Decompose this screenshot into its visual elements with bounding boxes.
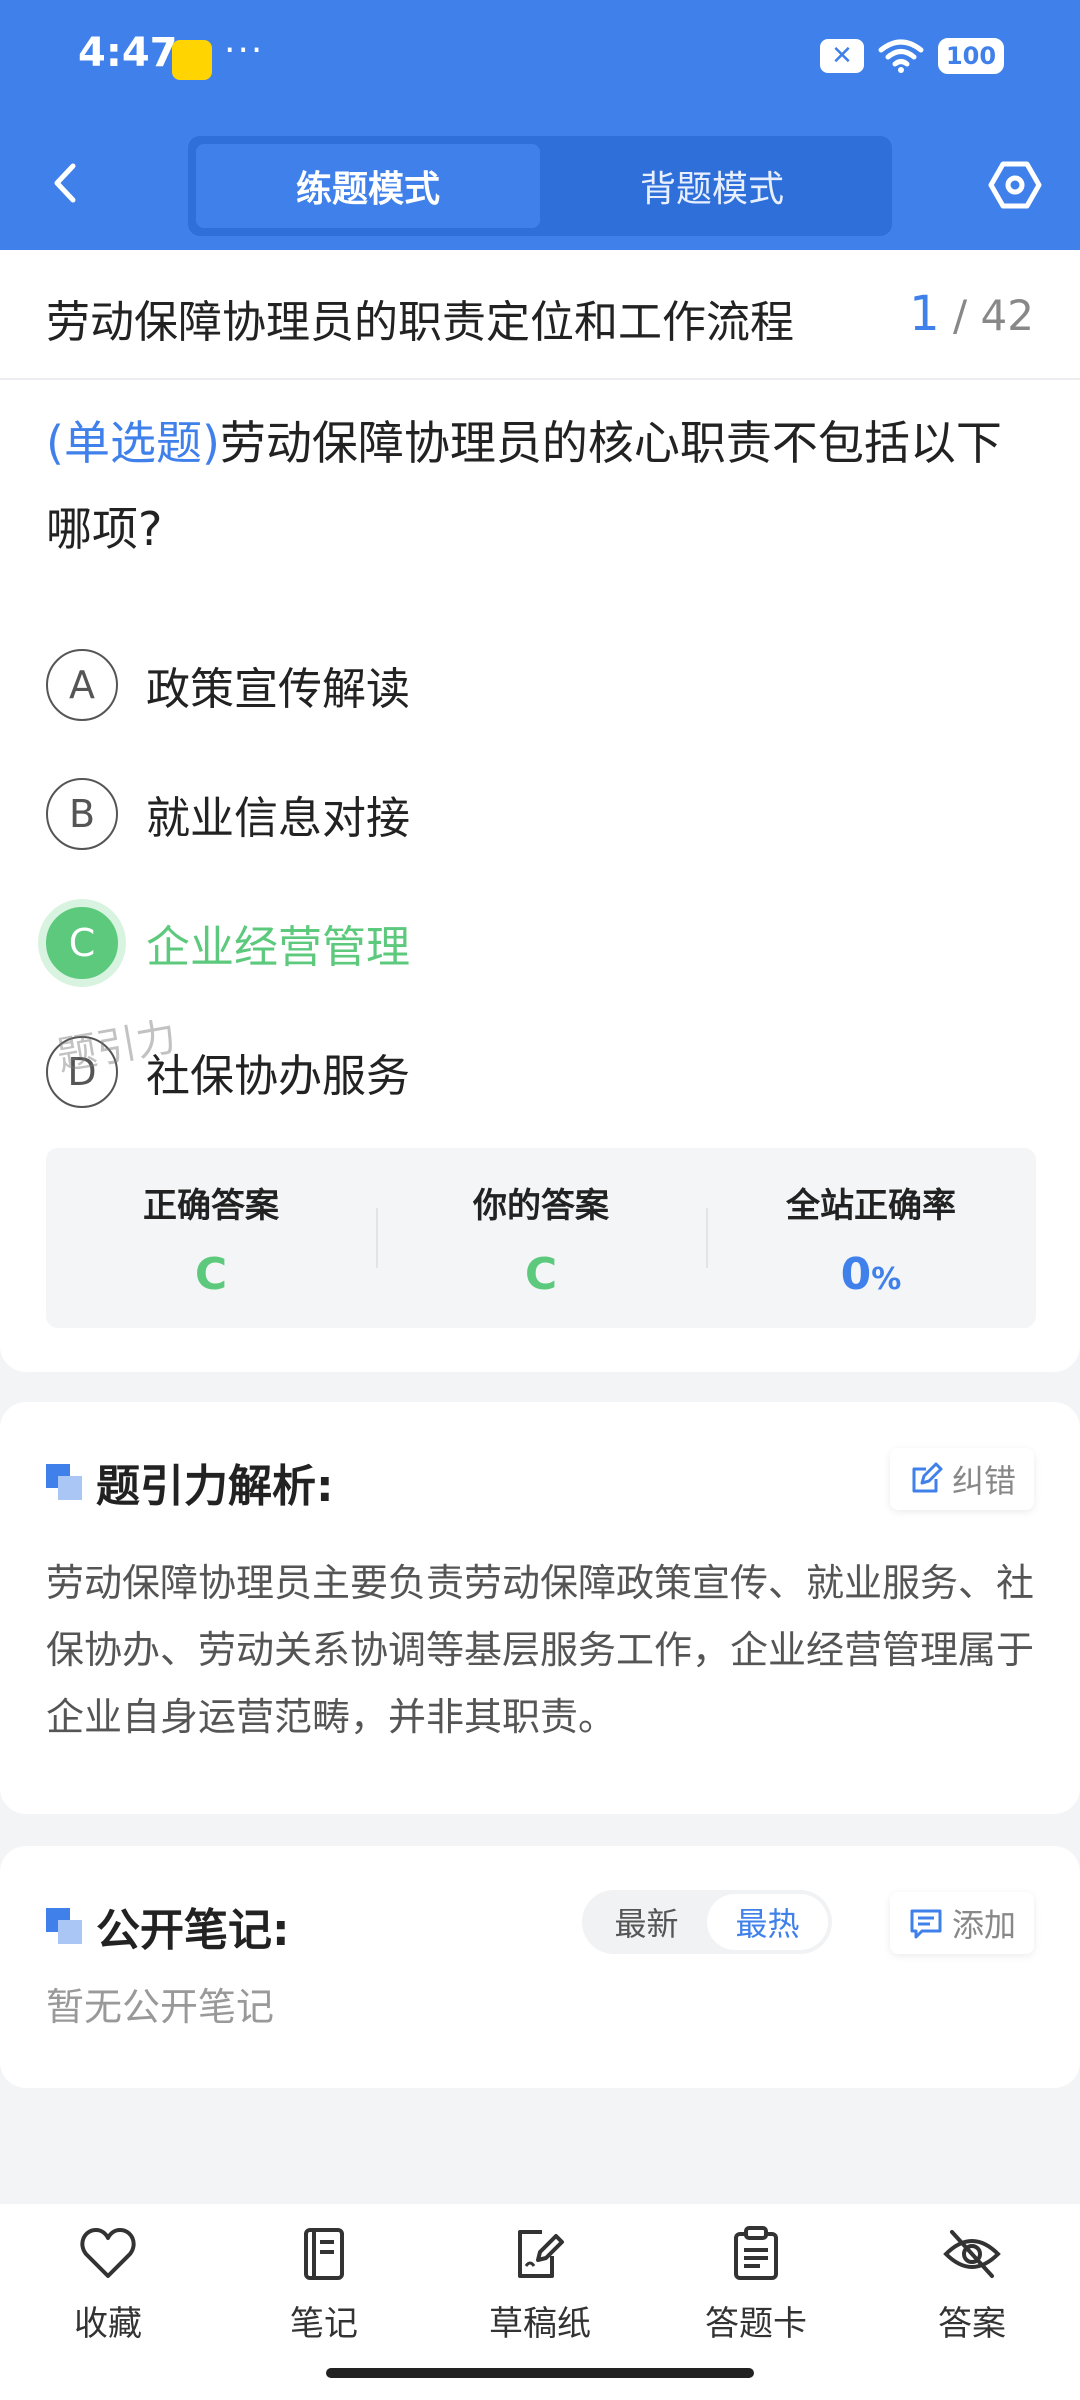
analysis-title: 题引力解析: <box>96 1461 334 1512</box>
edit-icon <box>912 1462 943 1493</box>
option-d[interactable]: D 社保协办服务 <box>46 1007 1036 1136</box>
stat-label: 正确答案 <box>143 1186 279 1226</box>
clipboard-icon <box>734 2226 778 2280</box>
status-indicators: ✕ 100 <box>820 38 1004 74</box>
stat-your-answer: 你的答案 C <box>376 1148 706 1328</box>
section-title: 劳动保障协理员的职责定位和工作流程 <box>46 297 794 348</box>
status-bar: 4:47 ··· ✕ 100 <box>0 0 1080 120</box>
option-text: 政策宣传解读 <box>146 663 410 715</box>
notes-sort-toggle: 最新 最热 <box>582 1890 832 1954</box>
battery-indicator: 100 <box>938 38 1004 74</box>
question-card: 劳动保障协理员的职责定位和工作流程 1 / 42 (单选题)劳动保障协理员的核心… <box>0 250 1080 1372</box>
answer-label: 答案 <box>938 2304 1006 2344</box>
analysis-card: 题引力解析: 纠错 劳动保障协理员主要负责劳动保障政策宣传、就业服务、社保协办、… <box>0 1402 1080 1814</box>
stat-value: 0% <box>706 1249 1036 1300</box>
stat-label: 全站正确率 <box>786 1186 956 1226</box>
total-questions: / 42 <box>953 291 1034 340</box>
notes-label: 笔记 <box>290 2304 358 2344</box>
section-square-icon <box>46 1464 82 1500</box>
answer-card-label: 答题卡 <box>705 2304 807 2344</box>
stat-label: 你的答案 <box>473 1186 609 1226</box>
favorite-button[interactable]: 收藏 <box>0 2204 216 2400</box>
app-notification-icon <box>172 40 212 80</box>
analysis-text: 劳动保障协理员主要负责劳动保障政策宣传、就业服务、社保协办、劳动关系协调等基层服… <box>46 1561 1035 1739</box>
home-indicator[interactable] <box>326 2368 754 2378</box>
report-error-button[interactable]: 纠错 <box>889 1448 1034 1510</box>
settings-button[interactable] <box>980 150 1050 220</box>
favorite-label: 收藏 <box>74 2304 142 2344</box>
option-a[interactable]: A 政策宣传解读 <box>46 620 1036 749</box>
sort-hot[interactable]: 最热 <box>707 1894 828 1950</box>
stat-value: C <box>194 1249 228 1300</box>
section-square-icon <box>46 1908 82 1944</box>
stat-value: C <box>524 1249 558 1300</box>
mode-switch: 练题模式 背题模式 <box>188 136 892 236</box>
no-sim-icon: ✕ <box>820 39 864 73</box>
rate-number: 0 <box>840 1249 872 1300</box>
option-letter: C <box>46 906 118 979</box>
wifi-icon <box>878 39 924 73</box>
back-button[interactable] <box>30 148 100 218</box>
tab-practice-mode[interactable]: 练题模式 <box>196 144 540 228</box>
nav-bar: 练题模式 背题模式 <box>0 120 1080 250</box>
stat-accuracy-rate: 全站正确率 0% <box>706 1148 1036 1328</box>
draft-icon <box>518 2230 564 2278</box>
answer-stats: 正确答案 C 你的答案 C 全站正确率 0% <box>46 1148 1036 1328</box>
report-error-label: 纠错 <box>951 1462 1016 1500</box>
option-text: 社保协办服务 <box>146 1050 410 1102</box>
chevron-left-icon <box>54 163 76 203</box>
section-header: 劳动保障协理员的职责定位和工作流程 1 / 42 <box>0 250 1080 380</box>
header: 4:47 ··· ✕ 100 练题模式 背题模式 <box>0 0 1080 250</box>
add-note-label: 添加 <box>951 1906 1016 1944</box>
notes-card: 公开笔记: 最新 最热 添加 暂无公开笔记 <box>0 1846 1080 2088</box>
option-text: 企业经营管理 <box>146 921 410 973</box>
notes-title: 公开笔记: <box>96 1905 290 1956</box>
comment-icon <box>910 1909 942 1939</box>
draft-label: 草稿纸 <box>489 2304 591 2344</box>
heart-icon <box>80 2228 136 2278</box>
notes-header: 公开笔记: <box>46 1894 290 1958</box>
add-note-button[interactable]: 添加 <box>889 1892 1034 1954</box>
eye-off-icon <box>943 2230 1001 2278</box>
options-list: A 政策宣传解读 B 就业信息对接 C 企业经营管理 D 社保协办服务 <box>46 620 1036 1136</box>
sort-latest[interactable]: 最新 <box>586 1894 707 1950</box>
more-notifications-icon: ··· <box>224 30 265 71</box>
option-c[interactable]: C 企业经营管理 <box>46 878 1036 1007</box>
question-counter[interactable]: 1 / 42 <box>909 286 1034 342</box>
tab-recite-mode[interactable]: 背题模式 <box>540 144 884 228</box>
empty-notes-text: 暂无公开笔记 <box>46 1985 275 2029</box>
settings-hex-icon <box>988 161 1042 209</box>
question-type: (单选题) <box>46 416 220 470</box>
notebook-icon <box>304 2228 344 2280</box>
option-text: 就业信息对接 <box>146 792 410 844</box>
analysis-header: 题引力解析: <box>46 1450 334 1514</box>
rate-unit: % <box>871 1262 902 1297</box>
current-question-number: 1 <box>909 286 940 342</box>
status-time: 4:47 <box>78 30 178 76</box>
question-text: (单选题)劳动保障协理员的核心职责不包括以下哪项? <box>46 400 1036 572</box>
stat-correct-answer: 正确答案 C <box>46 1148 376 1328</box>
option-letter: B <box>46 777 118 850</box>
option-b[interactable]: B 就业信息对接 <box>46 749 1036 878</box>
option-letter: A <box>46 648 118 721</box>
answer-toggle-button[interactable]: 答案 <box>864 2204 1080 2400</box>
